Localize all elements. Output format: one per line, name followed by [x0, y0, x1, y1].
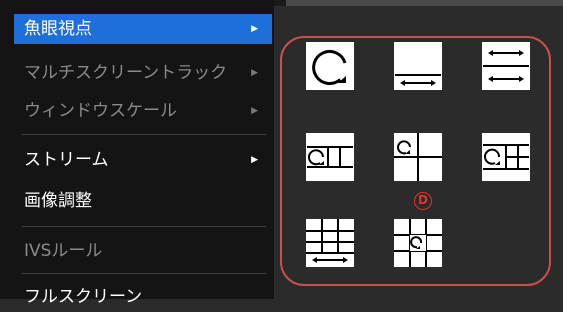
panorama-plus-8-icon[interactable]: [306, 219, 354, 267]
menu-item-window-scale: ウィンドウスケール ▶: [14, 96, 272, 126]
menu-divider: [22, 134, 266, 135]
menu-item-label: マルチスクリーントラック: [24, 63, 228, 83]
menu-item-label: 画像調整: [24, 191, 92, 211]
submenu-arrow-icon: ▶: [251, 68, 258, 78]
menu-divider: [22, 273, 266, 274]
annotation-marker: D: [414, 192, 432, 210]
fisheye-plus-3-quad-icon[interactable]: [394, 133, 442, 181]
menu-item-label: ストリーム: [24, 150, 109, 170]
submenu-arrow-icon: ▶: [251, 24, 258, 34]
menu-item-label: 魚眼視点: [24, 19, 92, 39]
fisheye-plus-8-icon[interactable]: [482, 133, 530, 181]
menu-item-ivs-rule: IVSルール: [14, 236, 272, 266]
menu-item-multiscreen-track: マルチスクリーントラック ▶: [14, 58, 272, 88]
menu-item-fisheye-view[interactable]: 魚眼視点 ▶: [14, 14, 272, 44]
menu-item-label: ウィンドウスケール: [24, 101, 177, 121]
left-edge: [0, 0, 8, 299]
context-menu: 魚眼視点 ▶ マルチスクリーントラック ▶ ウィンドウスケール ▶ ストリーム …: [8, 0, 274, 307]
panorama-single-icon[interactable]: [394, 42, 442, 90]
submenu-arrow-icon: ▶: [251, 155, 258, 165]
fisheye-center-plus-8-icon[interactable]: [394, 219, 442, 267]
panorama-dual-icon[interactable]: [482, 42, 530, 90]
menu-item-label: フルスクリーン: [24, 287, 143, 307]
menu-item-image-adjust[interactable]: 画像調整: [14, 186, 272, 216]
submenu-arrow-icon: ▶: [251, 106, 258, 116]
menu-item-fullscreen[interactable]: フルスクリーン: [14, 282, 272, 312]
menu-item-label: IVSルール: [24, 241, 103, 261]
fisheye-plus-3-ptz-icon[interactable]: [306, 133, 354, 181]
fisheye-original-icon[interactable]: [306, 42, 354, 90]
menu-item-stream[interactable]: ストリーム ▶: [14, 145, 272, 175]
menu-divider: [22, 226, 266, 227]
